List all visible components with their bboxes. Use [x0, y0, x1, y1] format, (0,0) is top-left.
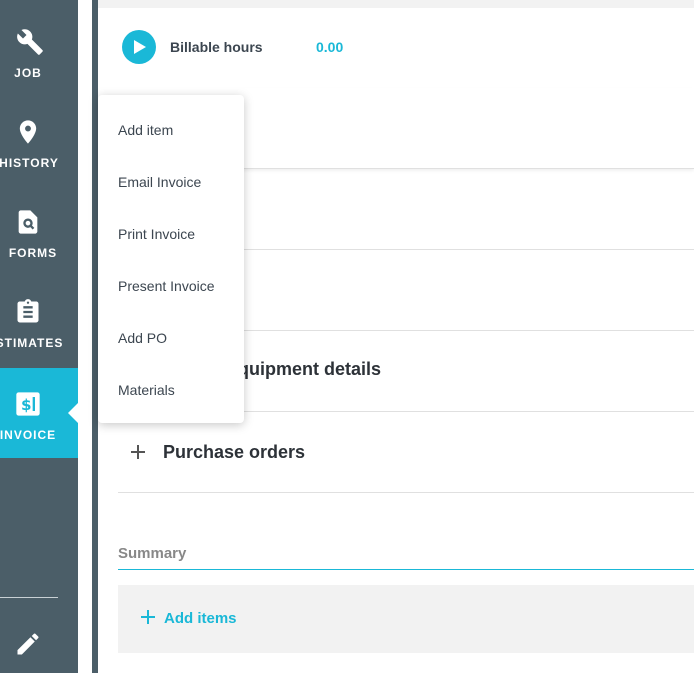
- nav-label-history: HISTORY: [0, 156, 59, 170]
- edit-button[interactable]: [14, 630, 42, 658]
- sidebar: JOB HISTORY FORMS ESTIMATES $ INVOICE: [0, 0, 78, 673]
- nav-item-invoice[interactable]: $ INVOICE: [0, 368, 78, 458]
- billable-hours-value: 0.00: [316, 39, 344, 55]
- nav-item-estimates[interactable]: ESTIMATES: [0, 270, 78, 360]
- svg-text:$: $: [21, 396, 32, 414]
- plus-icon: [141, 610, 155, 624]
- play-button[interactable]: [122, 30, 156, 64]
- menu-item-materials[interactable]: Materials: [118, 382, 175, 398]
- sidebar-divider: [0, 597, 58, 598]
- menu-item-add-item[interactable]: Add item: [118, 122, 173, 138]
- billable-hours-label: Billable hours: [170, 39, 263, 55]
- menu-item-present-invoice[interactable]: Present Invoice: [118, 278, 215, 294]
- nav-label-job: JOB: [14, 66, 42, 80]
- gutter: [78, 0, 92, 673]
- summary-header: Summary: [118, 543, 694, 570]
- nav-label-forms: FORMS: [8, 246, 58, 260]
- document-search-icon: [18, 210, 38, 234]
- menu-item-print-invoice[interactable]: Print Invoice: [118, 226, 195, 242]
- add-items-button[interactable]: Add items: [140, 607, 237, 629]
- invoice-actions-menu: Add item Email Invoice Print Invoice Pre…: [98, 95, 244, 423]
- section-title: quipment details: [238, 359, 382, 379]
- nav-item-forms[interactable]: FORMS: [0, 180, 78, 270]
- menu-item-email-invoice[interactable]: Email Invoice: [118, 174, 201, 190]
- summary-title: Summary: [118, 545, 187, 562]
- menu-item-add-po[interactable]: Add PO: [118, 330, 167, 346]
- add-items-label: Add items: [164, 610, 237, 627]
- plus-icon: [131, 445, 145, 459]
- section-purchase-orders[interactable]: Purchase orders: [118, 411, 694, 493]
- nav-label-invoice: INVOICE: [0, 428, 57, 442]
- play-icon: [134, 40, 146, 54]
- add-items-panel: Add items: [118, 585, 694, 653]
- nav-item-history[interactable]: HISTORY: [0, 90, 78, 180]
- invoice-icon: $: [16, 392, 40, 416]
- billable-hours-card: Billable hours 0.00: [98, 8, 694, 89]
- section-title: Purchase orders: [163, 442, 306, 462]
- active-indicator: [68, 403, 78, 423]
- nav-label-estimates: ESTIMATES: [0, 336, 64, 350]
- map-pin-icon: [19, 120, 37, 144]
- clipboard-icon: [17, 299, 39, 323]
- pencil-icon: [17, 633, 39, 655]
- wrench-icon: [17, 29, 43, 55]
- nav-item-job[interactable]: JOB: [0, 0, 78, 90]
- top-band: [98, 0, 694, 8]
